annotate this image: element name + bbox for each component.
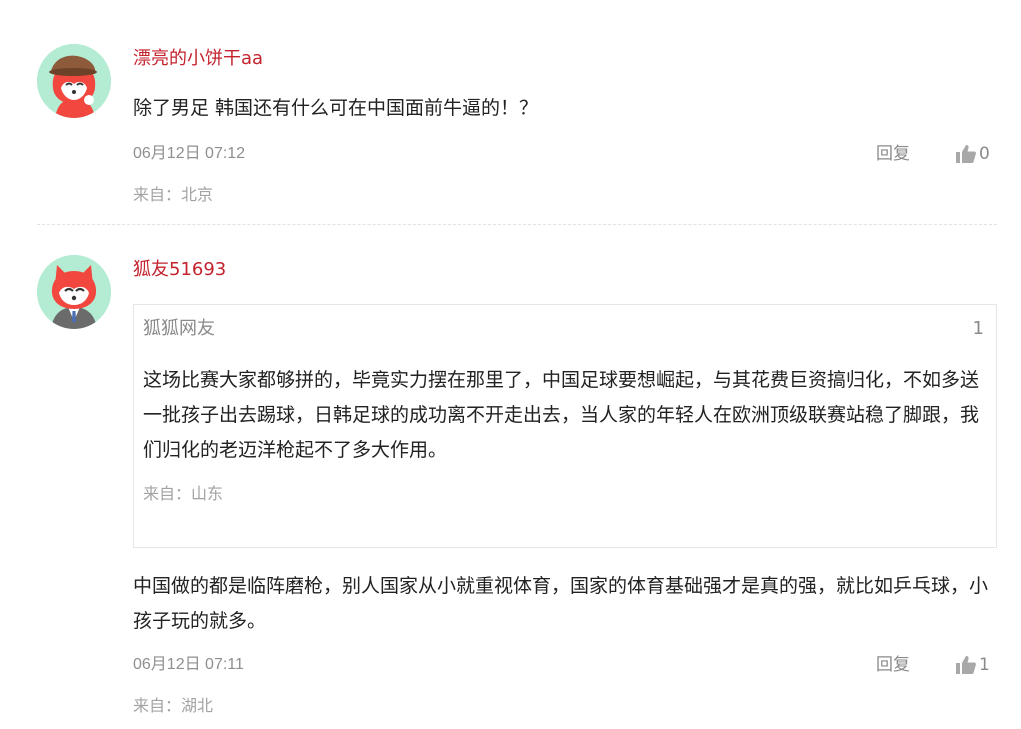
quoted-username[interactable]: 狐狐网友 xyxy=(143,317,215,341)
location: 来自：湖北 xyxy=(133,696,214,715)
quoted-location: 来自：山东 xyxy=(143,484,224,503)
quoted-comment: 狐狐网友 1 这场比赛大家都够拼的，毕竟实力摆在那里了，中国足球要想崛起，与其花… xyxy=(133,304,997,548)
timestamp: 06月12日 07:11 xyxy=(133,656,244,673)
fox-avatar-icon xyxy=(37,255,111,329)
reply-button[interactable]: 回复 xyxy=(876,654,910,676)
like-button[interactable]: 1 xyxy=(955,654,990,676)
username[interactable]: 狐友51693 xyxy=(133,258,226,282)
floor-number: 1 xyxy=(972,318,984,339)
avatar[interactable] xyxy=(37,255,111,329)
comment-text: 中国做的都是临阵磨枪，别人国家从小就重视体育，国家的体育基础强才是真的强，就比如… xyxy=(133,575,989,632)
thumbs-up-icon xyxy=(956,656,976,674)
comment-item: 狐友51693 狐狐网友 1 这场比赛大家都够拼的，毕竟实力摆在那里了，中国足球… xyxy=(0,0,1021,729)
like-count: 1 xyxy=(979,655,990,675)
quoted-text: 这场比赛大家都够拼的，毕竟实力摆在那里了，中国足球要想崛起，与其花费巨资搞归化，… xyxy=(143,369,980,461)
